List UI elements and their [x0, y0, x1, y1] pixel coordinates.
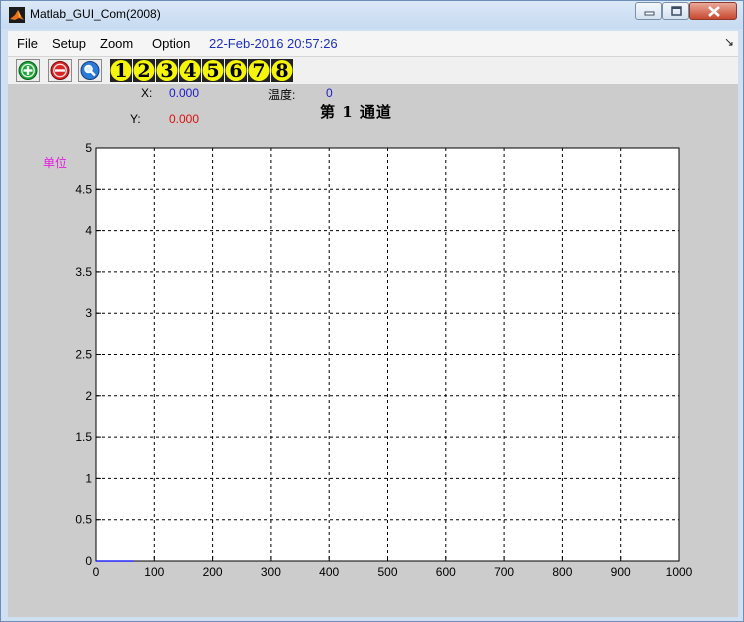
channel-1-button[interactable]: 1	[110, 59, 132, 82]
x-tick-label: 500	[377, 565, 397, 579]
zoom-in-icon	[16, 59, 40, 82]
channel-button-label: 2	[137, 60, 151, 82]
y-tick-label: 0.5	[75, 513, 92, 527]
menu-option[interactable]: Option	[152, 36, 190, 51]
y-tick-label: 0	[85, 554, 92, 568]
channel-8-button[interactable]: 8	[271, 59, 293, 82]
minimize-icon	[644, 11, 655, 16]
channel-button-label: 3	[160, 60, 174, 82]
menu-bar: File Setup Zoom Option 22-Feb-2016 20:57…	[8, 31, 738, 56]
zoom-in-button[interactable]	[16, 59, 40, 82]
maximize-button[interactable]	[662, 2, 689, 20]
y-tick-label: 4	[85, 224, 92, 238]
channel-7-button[interactable]: 7	[248, 59, 270, 82]
x-tick-label: 300	[261, 565, 281, 579]
menu-file[interactable]: File	[17, 36, 38, 51]
maximize-icon	[671, 6, 682, 16]
zoom-out-button[interactable]	[48, 59, 72, 82]
zoom-search-icon	[78, 59, 102, 82]
x-tick-label: 0	[93, 565, 100, 579]
y-tick-label: 3.5	[75, 265, 92, 279]
minimize-button[interactable]	[635, 2, 662, 20]
toolbar: 12345678	[8, 56, 738, 85]
channel-button-label: 7	[252, 60, 266, 82]
channel-3-button[interactable]: 3	[156, 59, 178, 82]
x-tick-label: 200	[203, 565, 223, 579]
menu-zoom[interactable]: Zoom	[100, 36, 133, 51]
zoom-out-icon	[48, 59, 72, 82]
close-button[interactable]	[689, 2, 737, 20]
x-tick-label: 400	[319, 565, 339, 579]
x-tick-label: 600	[436, 565, 456, 579]
window-title: Matlab_GUI_Com(2008)	[30, 7, 161, 21]
channel-4-button[interactable]: 4	[179, 59, 201, 82]
x-tick-label: 100	[144, 565, 164, 579]
x-tick-label: 800	[552, 565, 572, 579]
x-tick-label: 1000	[666, 565, 693, 579]
menu-datetime: 22-Feb-2016 20:57:26	[209, 36, 338, 51]
y-tick-label: 1	[85, 471, 92, 485]
plot-panel: X: 0.000 Y: 0.000 温度: 0 第 1 通道 单位 0 100 20…	[8, 84, 738, 617]
y-tick-label: 4.5	[75, 182, 92, 196]
y-tick-label: 2.5	[75, 348, 92, 362]
y-tick-label: 1.5	[75, 430, 92, 444]
close-icon	[708, 6, 720, 17]
channel-button-label: 6	[229, 60, 243, 82]
menu-overflow-icon[interactable]: ↘	[724, 35, 734, 49]
channel-button-label: 8	[275, 60, 289, 82]
x-tick-label: 900	[611, 565, 631, 579]
channel-plot[interactable]: 0 100 200 300 400 500 600 700 800 900 1000 0 0.5 1 1.5…	[8, 84, 738, 617]
channel-button-label: 4	[183, 60, 197, 82]
matlab-app-icon	[9, 7, 25, 23]
menu-setup[interactable]: Setup	[52, 36, 86, 51]
zoom-search-button[interactable]	[78, 59, 102, 82]
x-tick-label: 700	[494, 565, 514, 579]
title-bar[interactable]: Matlab_GUI_Com(2008)	[1, 1, 743, 29]
channel-6-button[interactable]: 6	[225, 59, 247, 82]
channel-5-button[interactable]: 5	[202, 59, 224, 82]
y-tick-label: 3	[85, 306, 92, 320]
channel-button-label: 1	[114, 60, 128, 82]
y-tick-label: 5	[85, 141, 92, 155]
app-window: Matlab_GUI_Com(2008) File Setup Zoom Opt…	[0, 0, 744, 622]
y-tick-label: 2	[85, 389, 92, 403]
channel-2-button[interactable]: 2	[133, 59, 155, 82]
channel-button-label: 5	[206, 60, 220, 82]
